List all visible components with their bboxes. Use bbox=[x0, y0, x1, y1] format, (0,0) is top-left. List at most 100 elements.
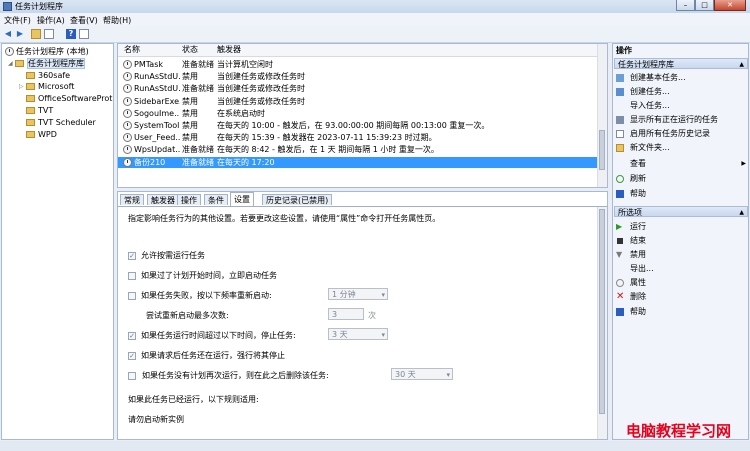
tree-item-tvt[interactable]: TVT bbox=[26, 105, 53, 116]
task-row[interactable]: PMTask 准备就绪 当计算机空闲时 bbox=[118, 59, 598, 70]
option-restart-on-fail[interactable]: 如果任务失败，按以下频率重新启动: bbox=[128, 290, 272, 301]
action-disable[interactable]: ▼ 禁用 bbox=[616, 249, 748, 260]
action-create-task[interactable]: 创建任务... bbox=[616, 86, 748, 97]
scrollbar-thumb[interactable] bbox=[599, 209, 605, 414]
option-run-asap[interactable]: 如果过了计划开始时间，立即启动任务 bbox=[128, 270, 277, 281]
option-allow-on-demand[interactable]: ✓ 允许按需运行任务 bbox=[128, 250, 205, 261]
stop-icon bbox=[617, 237, 623, 244]
collapse-arrow-icon[interactable]: ▲ bbox=[739, 59, 744, 70]
expand-arrow-icon[interactable]: ▷ bbox=[19, 83, 24, 90]
task-row[interactable]: RunAsStdU...禁用 当创建任务或修改任务时 bbox=[118, 71, 598, 82]
task-clock-icon bbox=[123, 145, 132, 155]
retry-count-input[interactable]: 3 bbox=[328, 308, 364, 320]
close-button[interactable]: ✕ bbox=[714, 0, 746, 11]
task-row[interactable]: SidebarExe...禁用 当创建任务或修改任务时 bbox=[118, 96, 598, 107]
tab-actions[interactable]: 操作 bbox=[177, 194, 201, 205]
restart-interval-select[interactable]: 1 分钟 bbox=[328, 288, 388, 301]
tab-conditions[interactable]: 条件 bbox=[204, 194, 228, 205]
column-header-status[interactable]: 状态 bbox=[182, 44, 198, 56]
action-create-basic-task[interactable]: 创建基本任务... bbox=[616, 72, 748, 83]
option-force-stop[interactable]: ✓ 如果请求后任务还在运行，强行将其停止 bbox=[128, 350, 285, 361]
option-stop-if-longer[interactable]: ✓ 如果任务运行时间超过以下时间，停止任务: bbox=[128, 330, 296, 341]
tab-triggers[interactable]: 触发器 bbox=[147, 194, 179, 205]
action-new-folder[interactable]: 新文件夹... bbox=[616, 142, 748, 153]
section-title: 所选项 bbox=[618, 208, 642, 217]
show-hide-tree-icon[interactable] bbox=[44, 29, 54, 39]
checkbox[interactable]: ✓ bbox=[128, 331, 136, 340]
if-running-rule[interactable]: 请勿启动新实例 bbox=[128, 414, 184, 425]
retry-unit-label: 次 bbox=[368, 311, 376, 320]
action-export[interactable]: 导出... bbox=[616, 263, 748, 274]
task-row[interactable]: 备份210 准备就绪 在每天的 17:20 bbox=[118, 156, 598, 168]
menu-file[interactable]: 文件(F) bbox=[4, 15, 31, 26]
delete-after-select[interactable]: 30 天 bbox=[391, 368, 453, 381]
clock-icon bbox=[5, 47, 14, 56]
checkbox[interactable]: ✓ bbox=[128, 351, 136, 360]
task-row[interactable]: WpsUpdat... 准备就绪 在每天的 8:42 - 触发后，在 1 天 期间每… bbox=[118, 144, 598, 155]
menu-view[interactable]: 查看(V) bbox=[70, 15, 98, 26]
tree-item-360safe[interactable]: 360safe bbox=[26, 70, 70, 81]
task-row[interactable]: User_Feed... 禁用 在每天的 15:39 - 触发器在 2023-07-… bbox=[118, 132, 598, 143]
action-delete[interactable]: ✕ 删除 bbox=[616, 291, 748, 302]
action-import-task[interactable]: 导入任务... bbox=[616, 100, 748, 111]
task-row[interactable]: SystemTool...禁用 在每天的 10:00 - 触发后，在 93.00:… bbox=[118, 120, 598, 131]
column-header-name[interactable]: 名称 bbox=[124, 44, 140, 56]
disable-icon: ▼ bbox=[616, 249, 623, 259]
action-enable-history[interactable]: 启用所有任务历史记录 bbox=[616, 128, 748, 139]
folder-icon bbox=[26, 95, 35, 102]
column-header-trigger[interactable]: 触发器 bbox=[217, 44, 241, 56]
show-hide-action-pane-icon[interactable] bbox=[79, 29, 89, 39]
task-clock-icon bbox=[123, 121, 132, 130]
section-library-header[interactable]: 任务计划程序库 ▲ bbox=[614, 58, 748, 69]
action-help-selected[interactable]: 帮助 bbox=[616, 306, 748, 317]
checkbox[interactable] bbox=[128, 371, 136, 380]
tab-history[interactable]: 历史记录(已禁用) bbox=[262, 194, 333, 205]
action-run[interactable]: ▶ 运行 bbox=[616, 221, 748, 232]
checkbox[interactable] bbox=[128, 271, 136, 280]
back-arrow-icon[interactable]: ◀ bbox=[3, 29, 13, 39]
action-properties[interactable]: 属性 bbox=[616, 277, 748, 288]
tree-item-library[interactable]: 任务计划程序库 bbox=[15, 58, 85, 69]
window-title: 任务计划程序 bbox=[15, 2, 63, 11]
collapse-arrow-icon[interactable]: ▲ bbox=[739, 207, 744, 218]
help-icon bbox=[616, 307, 624, 316]
action-label: 结束 bbox=[630, 236, 646, 245]
action-refresh[interactable]: 刷新 bbox=[616, 173, 748, 184]
tree-root-node[interactable]: 任务计划程序 (本地) bbox=[5, 46, 89, 57]
task-clock-icon bbox=[123, 84, 132, 94]
task-list-scrollbar[interactable] bbox=[597, 44, 607, 187]
section-title: 任务计划程序库 bbox=[618, 60, 674, 69]
section-selected-header[interactable]: 所选项 ▲ bbox=[614, 206, 748, 217]
task-row[interactable]: SogouIme... 禁用 在系统启动时 bbox=[118, 108, 598, 119]
task-row[interactable]: RunAsStdU...准备就绪当创建任务或修改任务时 bbox=[118, 83, 598, 94]
tab-settings[interactable]: 设置 bbox=[230, 192, 254, 206]
action-view[interactable]: 查看 ▶ bbox=[616, 158, 748, 169]
folder-up-icon[interactable] bbox=[31, 29, 41, 39]
forward-arrow-icon[interactable]: ▶ bbox=[15, 29, 25, 39]
title-bar: 任务计划程序 – □ ✕ bbox=[0, 0, 750, 13]
minimize-button[interactable]: – bbox=[676, 0, 695, 11]
details-scrollbar[interactable] bbox=[597, 207, 607, 439]
expand-arrow-icon[interactable]: ◢ bbox=[8, 60, 13, 67]
action-help[interactable]: 帮助 bbox=[616, 188, 748, 199]
checkbox[interactable] bbox=[128, 291, 136, 300]
scrollbar-thumb[interactable] bbox=[599, 130, 605, 170]
stop-after-select[interactable]: 3 天 bbox=[328, 328, 388, 341]
tree-item-microsoft[interactable]: Microsoft bbox=[26, 81, 74, 92]
menu-action[interactable]: 操作(A) bbox=[37, 15, 65, 26]
help-icon[interactable]: ? bbox=[66, 29, 76, 39]
tree-item-tvt-scheduler[interactable]: TVT Scheduler bbox=[26, 117, 96, 128]
checkbox[interactable]: ✓ bbox=[128, 251, 136, 260]
properties-icon bbox=[616, 278, 624, 287]
folder-icon bbox=[26, 107, 35, 114]
tree-item-wpd[interactable]: WPD bbox=[26, 129, 57, 140]
option-delete-if-not-scheduled[interactable]: 如果任务没有计划再次运行，则在此之后删除该任务: bbox=[128, 370, 329, 381]
folder-icon bbox=[26, 72, 35, 79]
action-show-running-tasks[interactable]: 显示所有正在运行的任务 bbox=[616, 114, 748, 125]
tab-general[interactable]: 常规 bbox=[120, 194, 144, 205]
menu-help[interactable]: 帮助(H) bbox=[103, 15, 131, 26]
maximize-button[interactable]: □ bbox=[695, 0, 714, 11]
action-label: 启用所有任务历史记录 bbox=[630, 129, 710, 138]
tree-item-officesoftwareprotection[interactable]: OfficeSoftwareProtecti bbox=[26, 93, 113, 104]
action-end[interactable]: 结束 bbox=[616, 235, 748, 246]
